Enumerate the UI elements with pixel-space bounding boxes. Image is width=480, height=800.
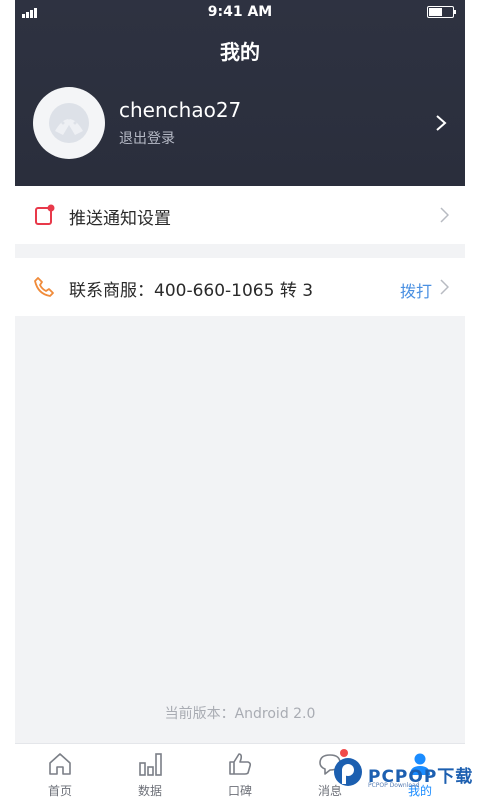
avatar-placeholder-icon <box>49 103 89 143</box>
chevron-right-icon <box>440 207 449 223</box>
avatar[interactable] <box>33 87 105 159</box>
watermark-subtext: PCPOP Download <box>368 782 420 789</box>
tab-home-label: 首页 <box>47 784 72 798</box>
home-icon <box>49 753 71 775</box>
contact-service-label: 联系商服：400-660-1065 转 3 <box>69 281 314 301</box>
logout-link[interactable]: 退出登录 <box>119 128 175 148</box>
username: chenchao27 <box>119 98 242 122</box>
notification-icon <box>35 204 55 225</box>
push-settings-label: 推送通知设置 <box>69 209 171 229</box>
status-bar: 9:41 AM <box>15 0 465 24</box>
header: 9:41 AM 我的 chenchao27 退出登录 <box>15 0 465 186</box>
battery-icon <box>427 6 457 18</box>
chevron-right-icon <box>436 115 447 131</box>
tab-data-label: 数据 <box>137 784 162 798</box>
dial-button[interactable]: 拨打 <box>400 278 432 302</box>
chevron-right-icon <box>440 279 449 295</box>
version-text: 当前版本：Android 2.0 <box>164 706 316 722</box>
contact-service-row[interactable]: 联系商服：400-660-1065 转 3 拨打 <box>15 258 465 316</box>
push-settings-row[interactable]: 推送通知设置 <box>15 186 465 244</box>
watermark: PCPOP下载 PCPOP Download <box>330 754 480 800</box>
tab-data[interactable]: 数据 <box>105 744 195 800</box>
tab-home[interactable]: 首页 <box>15 744 105 800</box>
pcpop-logo-icon <box>334 758 362 786</box>
thumbs-up-icon <box>229 753 252 775</box>
phone-icon <box>34 277 54 297</box>
tab-reviews[interactable]: 口碑 <box>195 744 285 800</box>
profile-row[interactable]: chenchao27 退出登录 <box>15 86 465 162</box>
bar-chart-icon <box>139 753 162 776</box>
page-title: 我的 <box>220 40 260 64</box>
phone-screen: 9:41 AM 我的 chenchao27 退出登录 推送通知设置 联系商服：4… <box>15 0 465 800</box>
status-time: 9:41 AM <box>207 4 273 20</box>
tab-reviews-label: 口碑 <box>227 784 252 798</box>
